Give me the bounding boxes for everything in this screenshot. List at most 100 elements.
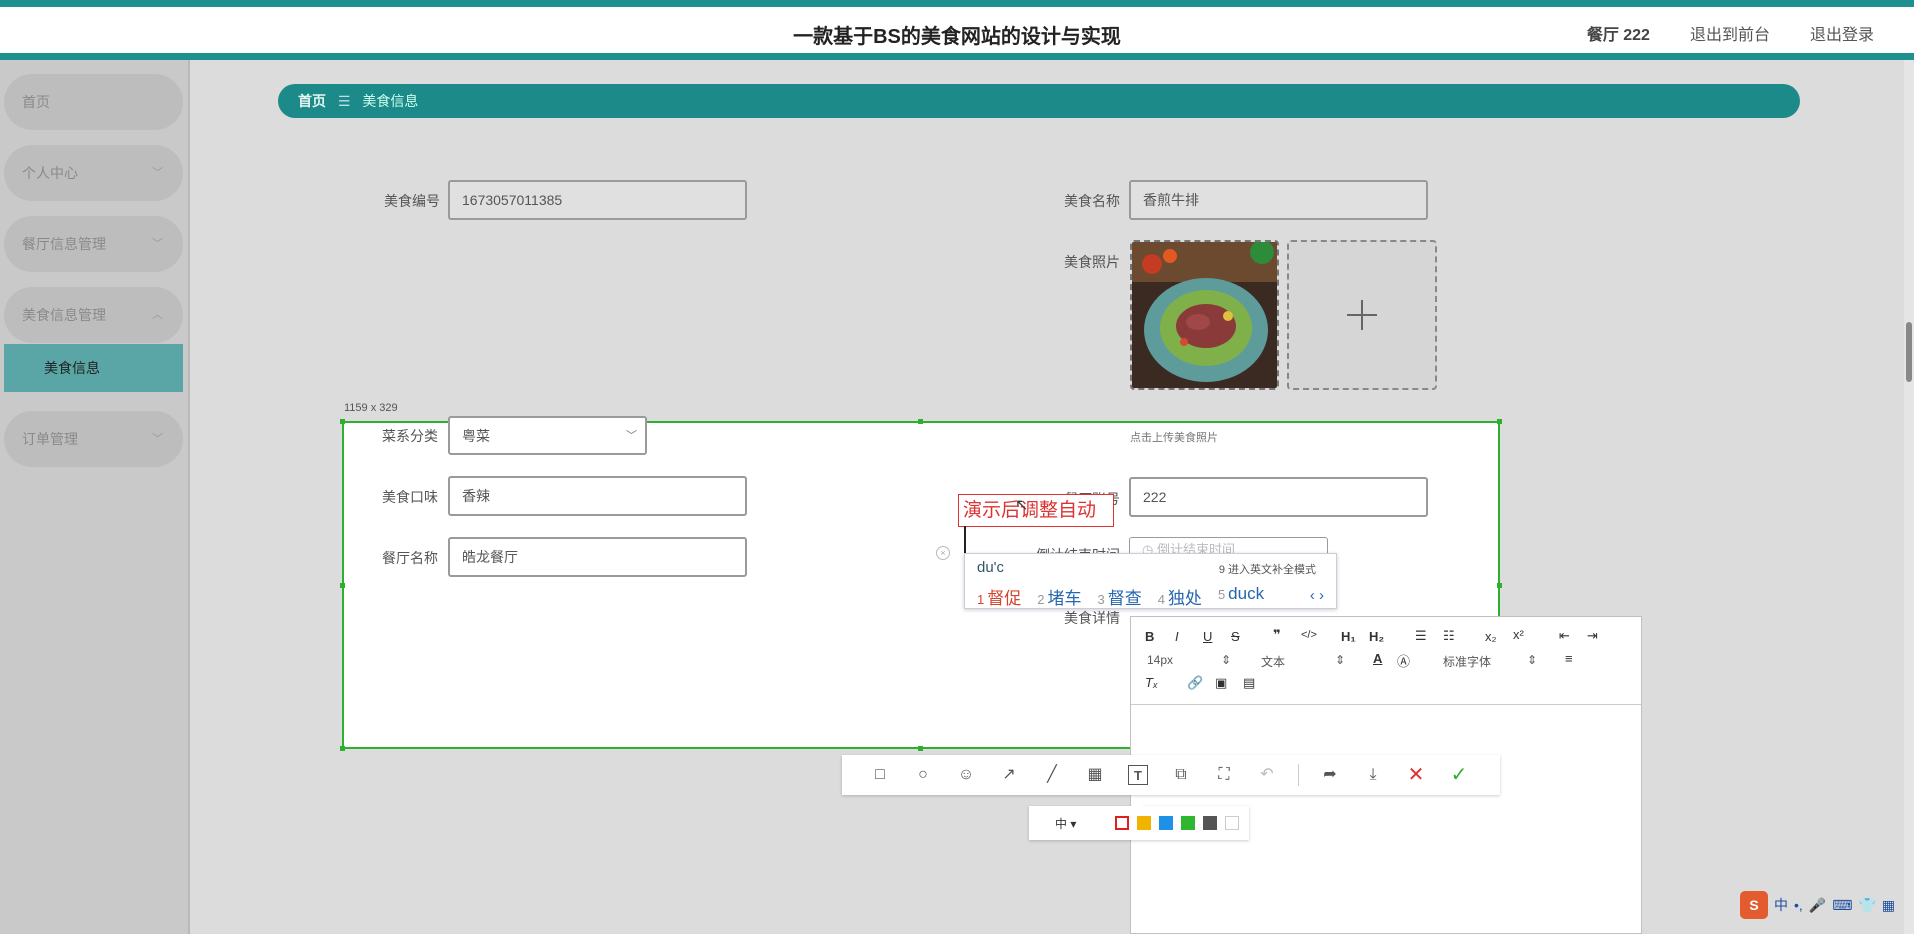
- copy-tool-icon[interactable]: ⧉: [1171, 765, 1191, 785]
- text-tool-icon[interactable]: T: [1128, 765, 1148, 785]
- color-swatch-green[interactable]: [1181, 816, 1195, 830]
- clear-format-icon[interactable]: Tₓ: [1145, 675, 1158, 690]
- outdent-icon[interactable]: ⇤: [1559, 628, 1570, 644]
- breadcrumb-separator-icon: ☰: [337, 93, 351, 109]
- download-icon[interactable]: ⤓: [1363, 765, 1383, 785]
- resize-handle[interactable]: [918, 419, 923, 424]
- cuisine-select[interactable]: 粤菜 ﹀: [448, 416, 647, 455]
- underline-icon[interactable]: U: [1203, 629, 1212, 644]
- resize-handle[interactable]: [1497, 583, 1502, 588]
- microphone-icon[interactable]: 🎤: [1809, 897, 1826, 914]
- heading1-icon[interactable]: H₁: [1341, 629, 1356, 644]
- taste-field[interactable]: 香辣: [448, 476, 747, 516]
- align-icon[interactable]: ≡: [1565, 651, 1573, 666]
- ocr-tool-icon[interactable]: ⛶: [1214, 765, 1234, 785]
- mosaic-tool-icon[interactable]: ▦: [1085, 765, 1105, 785]
- editor-toolbar: B I U S ❞ </> H₁ H₂ ☰ ☷ x₂ x² ⇤ ⇥ 14px ⇕…: [1131, 617, 1641, 705]
- ime-candidate[interactable]: 5 duck: [1218, 584, 1264, 609]
- ordered-list-icon[interactable]: ☰: [1415, 628, 1427, 644]
- sidebar-item-food-management[interactable]: 美食信息管理 ︿: [4, 287, 183, 343]
- color-swatch-yellow[interactable]: [1137, 816, 1151, 830]
- resize-handle[interactable]: [340, 583, 345, 588]
- food-photo-thumbnail[interactable]: [1130, 240, 1279, 390]
- food-name-field[interactable]: 香煎牛排: [1129, 180, 1428, 220]
- food-id-field[interactable]: 1673057011385: [448, 180, 747, 220]
- background-color-icon[interactable]: Ⓐ: [1397, 651, 1410, 670]
- video-icon[interactable]: ▤: [1243, 675, 1255, 691]
- ime-language-indicator[interactable]: 中: [1774, 895, 1788, 915]
- emoji-tool-icon[interactable]: ☺: [956, 765, 976, 785]
- back-to-front-link[interactable]: 退出到前台: [1690, 21, 1770, 45]
- resize-handle[interactable]: [340, 746, 345, 751]
- breadcrumb: 首页 ☰ 美食信息: [278, 84, 1800, 118]
- text-color-icon[interactable]: A: [1373, 651, 1382, 666]
- color-swatch-white[interactable]: [1225, 816, 1239, 830]
- text-caret: [964, 526, 966, 554]
- photo-upload-button[interactable]: [1287, 240, 1437, 390]
- color-swatch-gray[interactable]: [1203, 816, 1217, 830]
- sidebar-item-personal-center[interactable]: 个人中心 ﹀: [4, 145, 183, 201]
- resize-handle[interactable]: [340, 419, 345, 424]
- ellipse-tool-icon[interactable]: ○: [913, 765, 933, 785]
- scrollbar-thumb[interactable]: [1906, 322, 1912, 382]
- food-id-label: 美食编号: [384, 193, 440, 209]
- logout-link[interactable]: 退出登录: [1810, 21, 1874, 45]
- sidebar-item-home[interactable]: 首页: [4, 74, 183, 130]
- ime-candidate[interactable]: 3 督查: [1097, 584, 1141, 609]
- clear-icon[interactable]: ×: [936, 546, 950, 560]
- ime-candidate-popup: du'c 9 进入英文补全模式 1 督促 2 堵车 3 督查 4 独处 5 duck ‹ …: [964, 553, 1337, 609]
- text-size-select[interactable]: 中 ▾: [1055, 815, 1076, 832]
- sogou-ime-logo-icon[interactable]: S: [1740, 891, 1768, 919]
- page-scrollbar[interactable]: [1904, 60, 1914, 934]
- breadcrumb-home[interactable]: 首页: [298, 93, 326, 109]
- plus-icon-stroke: [1361, 300, 1363, 330]
- sidebar-item-restaurant-management[interactable]: 餐厅信息管理 ﹀: [4, 216, 183, 272]
- link-icon[interactable]: 🔗: [1187, 675, 1203, 691]
- image-icon[interactable]: ▣: [1215, 675, 1227, 691]
- blockquote-icon[interactable]: ❞: [1273, 627, 1281, 643]
- bold-icon[interactable]: B: [1145, 629, 1154, 644]
- sidebar-subitem-food-info[interactable]: 美食信息: [4, 344, 183, 392]
- undo-icon[interactable]: ↶: [1257, 765, 1277, 785]
- ime-english-mode-hint[interactable]: 9 进入英文补全模式: [1219, 561, 1316, 577]
- ime-candidate[interactable]: 2 堵车: [1037, 584, 1081, 609]
- code-block-icon[interactable]: </>: [1301, 629, 1317, 641]
- superscript-icon[interactable]: x²: [1513, 627, 1524, 642]
- share-icon[interactable]: ➦: [1320, 765, 1340, 785]
- restaurant-account-field[interactable]: 222: [1129, 477, 1428, 517]
- line-tool-icon[interactable]: ╱: [1042, 765, 1062, 785]
- resize-handle[interactable]: [918, 746, 923, 751]
- sidebar-item-orders[interactable]: 订单管理 ﹀: [4, 411, 183, 467]
- bullet-list-icon[interactable]: ☷: [1443, 628, 1455, 644]
- ime-page-nav[interactable]: ‹ ›: [1310, 587, 1324, 604]
- color-swatch-blue[interactable]: [1159, 816, 1173, 830]
- punctuation-icon[interactable]: •,: [1794, 897, 1803, 913]
- indent-icon[interactable]: ⇥: [1587, 628, 1598, 644]
- chevron-down-icon: ﹀: [626, 430, 637, 442]
- chevron-down-icon: ﹀: [152, 238, 163, 250]
- heading2-icon[interactable]: H₂: [1369, 629, 1384, 644]
- ime-tray: S 中 •, 🎤 ⌨ 👕 ▦: [1740, 890, 1895, 920]
- subscript-icon[interactable]: x₂: [1485, 629, 1497, 644]
- strikethrough-icon[interactable]: S: [1231, 629, 1240, 644]
- ime-candidate[interactable]: 1 督促: [977, 584, 1021, 609]
- toolbox-icon[interactable]: ▦: [1882, 897, 1895, 914]
- resize-handle[interactable]: [1497, 419, 1502, 424]
- keyboard-icon[interactable]: ⌨: [1832, 897, 1852, 914]
- font-size-select[interactable]: 14px: [1147, 653, 1173, 667]
- restaurant-name-field[interactable]: 皓龙餐厅: [448, 537, 747, 577]
- arrow-tool-icon[interactable]: ↗: [999, 765, 1019, 785]
- font-family-select[interactable]: 标准字体: [1443, 653, 1491, 670]
- skin-icon[interactable]: 👕: [1858, 897, 1875, 914]
- candidate-number: 1: [977, 592, 985, 607]
- confirm-icon[interactable]: ✓: [1449, 765, 1469, 785]
- ime-candidate[interactable]: 4 独处: [1158, 584, 1202, 609]
- rectangle-tool-icon[interactable]: □: [870, 765, 890, 785]
- paragraph-select[interactable]: 文本: [1261, 653, 1285, 670]
- cancel-icon[interactable]: ✕: [1406, 765, 1426, 785]
- text-size-value: 中: [1055, 817, 1068, 831]
- screenshot-text-annotation[interactable]: 演示后调整自动: [958, 494, 1114, 527]
- italic-icon[interactable]: I: [1175, 629, 1179, 644]
- color-swatch-red[interactable]: [1115, 816, 1129, 830]
- food-photo-image: [1132, 242, 1277, 388]
